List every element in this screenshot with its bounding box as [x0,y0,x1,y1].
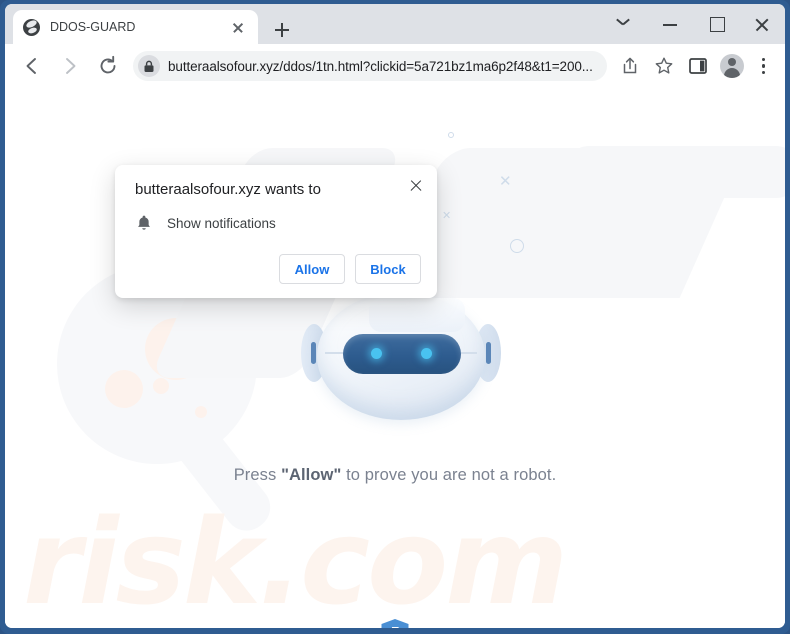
shield-icon [380,618,410,628]
diagonal-watermark [565,146,785,198]
permission-dialog-actions: Allow Block [135,254,421,284]
bookmark-star-icon[interactable] [650,52,678,80]
forward-button[interactable] [55,51,85,81]
browser-window-inner: DDOS-GUARD butteraalsofour.xyz/ddos/1tn.… [5,4,785,628]
headline-suffix: to prove you are not a robot. [341,466,557,484]
robot-visor [343,334,461,374]
close-icon[interactable] [405,175,427,197]
new-tab-button[interactable] [268,16,296,44]
globe-icon [23,18,40,36]
back-button[interactable] [17,51,47,81]
avatar [720,54,744,78]
decorative-circle [448,132,454,138]
footer-logo: DDOS-GUARD [5,618,785,628]
block-button[interactable]: Block [355,254,421,284]
permission-dialog-title: butteraalsofour.xyz wants to [135,181,321,198]
tab-strip: DDOS-GUARD [5,4,785,44]
three-dot-menu-icon[interactable] [749,52,777,80]
permission-label: Show notifications [167,215,276,231]
address-bar[interactable]: butteraalsofour.xyz/ddos/1tn.html?clicki… [133,51,607,81]
profile-avatar-icon[interactable] [718,52,746,80]
headline-emphasis: "Allow" [281,466,342,484]
lock-icon [138,55,160,77]
close-window-icon[interactable] [739,4,785,44]
arrow-left-icon [26,58,36,74]
decorative-circle [510,239,524,253]
reload-icon [100,55,116,74]
tab-title: DDOS-GUARD [50,20,136,34]
browser-window: DDOS-GUARD butteraalsofour.xyz/ddos/1tn.… [0,0,790,634]
robot-eye-right [421,348,432,359]
browser-toolbar: butteraalsofour.xyz/ddos/1tn.html?clicki… [5,44,785,88]
close-tab-icon[interactable] [228,17,248,37]
permission-request-row: Show notifications [135,214,421,232]
robot-top-plate [369,298,465,332]
robot-side-pupil-right [486,342,491,364]
robot-head-illustration [301,284,501,434]
page-headline: Press "Allow" to prove you are not a rob… [5,466,785,485]
browser-tab[interactable]: DDOS-GUARD [13,10,258,44]
arrow-right-icon [66,58,76,74]
allow-button[interactable]: Allow [279,254,345,284]
notification-permission-dialog: butteraalsofour.xyz wants to Show notifi… [115,165,437,298]
minimize-icon[interactable] [647,4,693,44]
robot-side-pupil-left [311,342,316,364]
decorative-dot [195,406,207,418]
bell-icon [135,214,153,232]
decorative-dot [153,378,169,394]
decorative-dot [105,370,143,408]
maximize-icon[interactable] [693,4,739,44]
site-watermark-text: risk.com [23,493,568,628]
page-viewport: risk.com ✕ ✕ Press "Allow" to prove you … [5,88,785,628]
headline-prefix: Press [233,466,282,484]
window-controls [601,4,785,44]
share-icon[interactable] [616,52,644,80]
decorative-x-icon: ✕ [442,210,452,222]
address-bar-url: butteraalsofour.xyz/ddos/1tn.html?clicki… [168,58,593,74]
tab-search-chevron-down-icon[interactable] [601,4,647,44]
decorative-x-icon: ✕ [499,173,512,190]
robot-eye-left [371,348,382,359]
reload-button[interactable] [93,51,123,81]
side-panel-icon[interactable] [684,52,712,80]
